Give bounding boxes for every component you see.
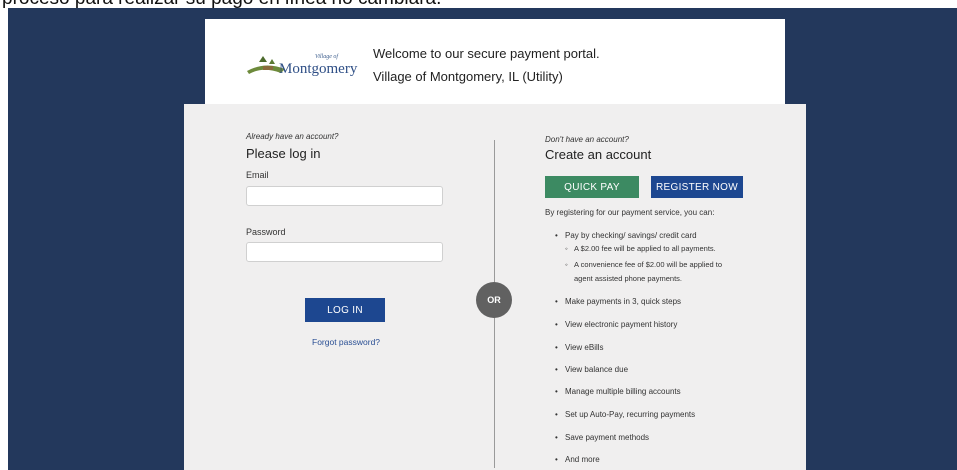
village-logo: Village of Montgomery bbox=[247, 53, 358, 77]
list-item-benefit: • View electronic payment history bbox=[555, 320, 678, 329]
list-item-label: View electronic payment history bbox=[565, 320, 678, 329]
list-item-benefit: • View balance due bbox=[555, 365, 629, 374]
list-item-benefit: • Manage multiple billing accounts bbox=[555, 387, 681, 396]
list-item-benefit: • Save payment methods bbox=[555, 433, 650, 442]
registration-intro: By registering for our payment service, … bbox=[545, 208, 715, 217]
list-item-benefit: • Make payments in 3, quick steps bbox=[555, 297, 682, 306]
login-button[interactable]: LOG IN bbox=[305, 298, 385, 322]
list-item-label: Set up Auto-Pay, recurring payments bbox=[565, 410, 696, 419]
quick-pay-button[interactable]: QUICK PAY bbox=[545, 176, 639, 198]
list-item-label: View balance due bbox=[565, 365, 629, 374]
email-field[interactable] bbox=[246, 186, 443, 206]
logo-small-text: Village of bbox=[315, 53, 339, 60]
password-field[interactable] bbox=[246, 242, 443, 262]
list-item-label: Make payments in 3, quick steps bbox=[565, 297, 682, 306]
login-prompt: Already have an account? bbox=[246, 132, 339, 141]
main-card: Already have an account? Please log in E… bbox=[184, 104, 806, 470]
login-title: Please log in bbox=[246, 146, 321, 161]
list-item-benefit: • Set up Auto-Pay, recurring payments bbox=[555, 410, 696, 419]
password-label: Password bbox=[246, 227, 286, 237]
top-banner: proceso para realizar su pago en línea n… bbox=[0, 0, 957, 8]
banner-text: proceso para realizar su pago en línea n… bbox=[2, 0, 441, 8]
forgot-password-link[interactable]: Forgot password? bbox=[312, 337, 380, 347]
sub-item-label: A $2.00 fee will be applied to all payme… bbox=[574, 244, 716, 253]
list-item-benefit: • View eBills bbox=[555, 343, 604, 352]
list-item-label: Pay by checking/ savings/ credit card bbox=[565, 231, 697, 240]
sub-item-fee-note: ◦ A $2.00 fee will be applied to all paym… bbox=[565, 244, 716, 253]
sub-item-phone-fee-continued: agent assisted phone payments. bbox=[574, 274, 682, 283]
list-item-label: Manage multiple billing accounts bbox=[565, 387, 681, 396]
register-now-button[interactable]: REGISTER NOW bbox=[651, 176, 743, 198]
welcome-message: Welcome to our secure payment portal. bbox=[373, 46, 600, 61]
list-item-label: And more bbox=[565, 455, 600, 464]
sub-item-phone-fee: ◦ A convenience fee of $2.00 will be appl… bbox=[565, 260, 723, 269]
email-label: Email bbox=[246, 170, 269, 180]
header-card: Village of Montgomery Welcome to our sec… bbox=[205, 19, 785, 107]
sub-item-label: A convenience fee of $2.00 will be appli… bbox=[574, 260, 723, 269]
organization-name: Village of Montgomery, IL (Utility) bbox=[373, 69, 563, 84]
register-title: Create an account bbox=[545, 147, 652, 162]
list-item-payment-methods: • Pay by checking/ savings/ credit card bbox=[555, 231, 697, 240]
or-badge: OR bbox=[476, 282, 512, 318]
list-item-label: View eBills bbox=[565, 343, 604, 352]
register-prompt: Don't have an account? bbox=[545, 135, 629, 144]
list-item-label: Save payment methods bbox=[565, 433, 650, 442]
logo-main-text: Montgomery bbox=[279, 61, 358, 77]
list-item-benefit: • And more bbox=[555, 455, 600, 464]
